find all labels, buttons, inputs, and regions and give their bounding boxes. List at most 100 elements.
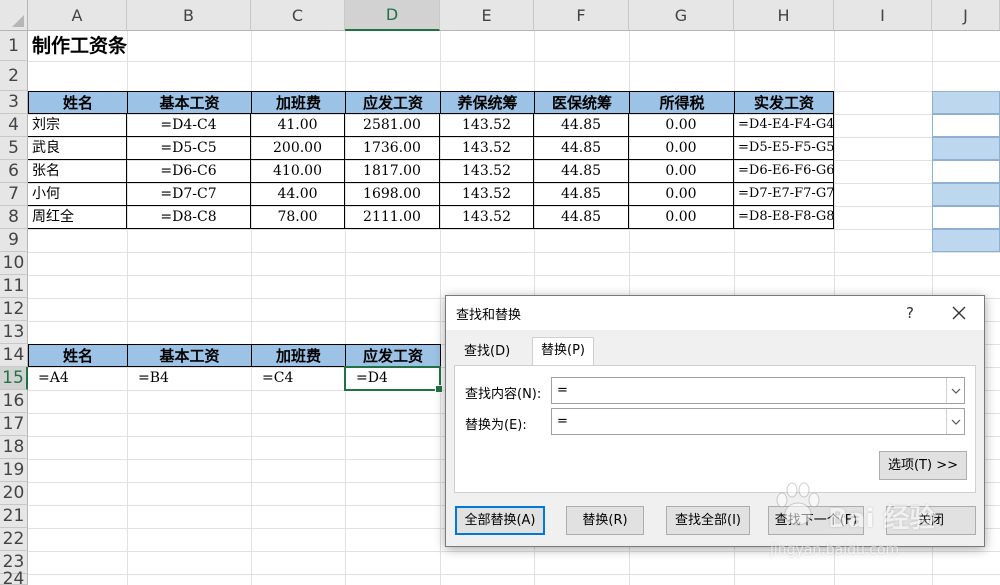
- find-all-button[interactable]: 查找全部(I): [666, 506, 750, 535]
- table-cell[interactable]: =D6-E6-F6-G6: [734, 160, 834, 183]
- table-cell[interactable]: =D7-C7: [127, 183, 251, 206]
- header-cell-base-salary-2[interactable]: 基本工资: [127, 344, 252, 367]
- chevron-down-icon[interactable]: [946, 378, 964, 403]
- table-cell[interactable]: 143.52: [440, 114, 534, 137]
- replace-with-input[interactable]: =: [551, 408, 965, 435]
- find-what-input[interactable]: =: [551, 377, 965, 404]
- table-cell[interactable]: 0.00: [629, 183, 734, 206]
- table-cell[interactable]: 1817.00: [345, 160, 440, 183]
- table-cell[interactable]: 武良: [28, 137, 127, 160]
- row-header-5[interactable]: 5: [0, 137, 28, 160]
- column-header-h[interactable]: H: [734, 0, 834, 31]
- table-cell[interactable]: =D5-E5-F5-G5: [734, 137, 834, 160]
- row-header-16[interactable]: 16: [0, 390, 28, 413]
- table-cell[interactable]: =B4: [134, 367, 251, 390]
- table-cell[interactable]: 410.00: [251, 160, 345, 183]
- row-header-11[interactable]: 11: [0, 275, 28, 298]
- table-cell[interactable]: 44.85: [534, 206, 629, 229]
- table-cell[interactable]: 张名: [28, 160, 127, 183]
- tab-find[interactable]: 查找(D): [456, 339, 518, 366]
- table-cell[interactable]: 刘宗: [28, 114, 127, 137]
- help-button[interactable]: ?: [906, 304, 914, 322]
- header-cell-income-tax[interactable]: 所得税: [629, 91, 735, 114]
- table-cell[interactable]: =D4-E4-F4-G4: [734, 114, 834, 137]
- table-cell[interactable]: 143.52: [440, 206, 534, 229]
- find-next-button[interactable]: 查找下一个(F): [768, 506, 864, 535]
- row-header-4[interactable]: 4: [0, 114, 28, 137]
- table-cell[interactable]: 0.00: [629, 160, 734, 183]
- tab-replace[interactable]: 替换(P): [532, 337, 594, 366]
- find-replace-dialog[interactable]: 查找和替换 ? 查找(D) 替换(P) 查找内容(N): = 替换为(E): =…: [445, 295, 985, 547]
- column-header-a[interactable]: A: [28, 0, 127, 31]
- header-cell-net-pay[interactable]: 实发工资: [734, 91, 834, 114]
- header-cell-pension[interactable]: 养保统筹: [440, 91, 535, 114]
- row-header-2[interactable]: 2: [0, 61, 28, 91]
- table-cell[interactable]: =D8-E8-F8-G8: [734, 206, 834, 229]
- row-header-10[interactable]: 10: [0, 252, 28, 275]
- row-header-13[interactable]: 13: [0, 321, 28, 344]
- table-cell[interactable]: =D8-C8: [127, 206, 251, 229]
- table-cell[interactable]: 78.00: [251, 206, 345, 229]
- header-cell-name-2[interactable]: 姓名: [28, 344, 128, 367]
- header-cell-base-salary[interactable]: 基本工资: [127, 91, 252, 114]
- options-button[interactable]: 选项(T) >>: [879, 451, 967, 480]
- row-header-12[interactable]: 12: [0, 298, 28, 321]
- table-cell[interactable]: 41.00: [251, 114, 345, 137]
- table-cell[interactable]: =A4: [34, 367, 127, 390]
- column-header-j[interactable]: J: [932, 0, 1000, 31]
- table-cell[interactable]: 小何: [28, 183, 127, 206]
- table-cell[interactable]: =D4-C4: [127, 114, 251, 137]
- row-header-6[interactable]: 6: [0, 160, 28, 183]
- row-header-19[interactable]: 19: [0, 459, 28, 482]
- table-cell[interactable]: 0.00: [629, 206, 734, 229]
- table-cell[interactable]: =D5-C5: [127, 137, 251, 160]
- table-cell[interactable]: 200.00: [251, 137, 345, 160]
- table-cell[interactable]: 2111.00: [345, 206, 440, 229]
- table-cell[interactable]: 1736.00: [345, 137, 440, 160]
- header-cell-overtime-2[interactable]: 加班费: [251, 344, 346, 367]
- row-header-14[interactable]: 14: [0, 344, 28, 367]
- table-cell[interactable]: =D7-E7-F7-G7: [734, 183, 834, 206]
- select-all-corner[interactable]: [0, 0, 28, 31]
- table-cell[interactable]: 44.85: [534, 160, 629, 183]
- column-header-f[interactable]: F: [534, 0, 629, 31]
- row-header-15[interactable]: 15: [0, 367, 28, 390]
- table-cell[interactable]: 周红全: [28, 206, 127, 229]
- dialog-titlebar[interactable]: 查找和替换 ?: [446, 296, 984, 330]
- row-header-18[interactable]: 18: [0, 436, 28, 459]
- close-button[interactable]: 关闭: [886, 506, 976, 535]
- header-cell-gross-pay-2[interactable]: 应发工资: [345, 344, 441, 367]
- table-cell[interactable]: 0.00: [629, 137, 734, 160]
- table-cell[interactable]: 143.52: [440, 183, 534, 206]
- row-header-17[interactable]: 17: [0, 413, 28, 436]
- header-cell-gross-pay[interactable]: 应发工资: [345, 91, 441, 114]
- row-header-22[interactable]: 22: [0, 528, 28, 551]
- row-header-9[interactable]: 9: [0, 229, 28, 252]
- column-header-e[interactable]: E: [440, 0, 534, 31]
- column-header-d[interactable]: D: [345, 0, 440, 31]
- row-header-8[interactable]: 8: [0, 206, 28, 229]
- header-cell-medical[interactable]: 医保统筹: [534, 91, 630, 114]
- table-cell[interactable]: 44.85: [534, 137, 629, 160]
- column-header-i[interactable]: I: [834, 0, 932, 31]
- table-cell[interactable]: 44.85: [534, 183, 629, 206]
- table-cell[interactable]: 143.52: [440, 160, 534, 183]
- chevron-down-icon[interactable]: [946, 409, 964, 434]
- table-cell[interactable]: 44.85: [534, 114, 629, 137]
- row-header-1[interactable]: 1: [0, 31, 28, 61]
- table-cell[interactable]: =C4: [258, 367, 345, 390]
- row-header-7[interactable]: 7: [0, 183, 28, 206]
- table-cell[interactable]: 143.52: [440, 137, 534, 160]
- table-cell[interactable]: 44.00: [251, 183, 345, 206]
- replace-all-button[interactable]: 全部替换(A): [455, 506, 545, 535]
- row-header-20[interactable]: 20: [0, 482, 28, 505]
- replace-button[interactable]: 替换(R): [566, 506, 644, 535]
- table-cell[interactable]: 2581.00: [345, 114, 440, 137]
- column-header-c[interactable]: C: [251, 0, 345, 31]
- row-header-24[interactable]: 24: [0, 569, 28, 585]
- column-header-g[interactable]: G: [629, 0, 734, 31]
- close-icon[interactable]: [948, 302, 970, 324]
- table-cell[interactable]: 0.00: [629, 114, 734, 137]
- row-header-21[interactable]: 21: [0, 505, 28, 528]
- active-cell-cursor[interactable]: [344, 366, 443, 393]
